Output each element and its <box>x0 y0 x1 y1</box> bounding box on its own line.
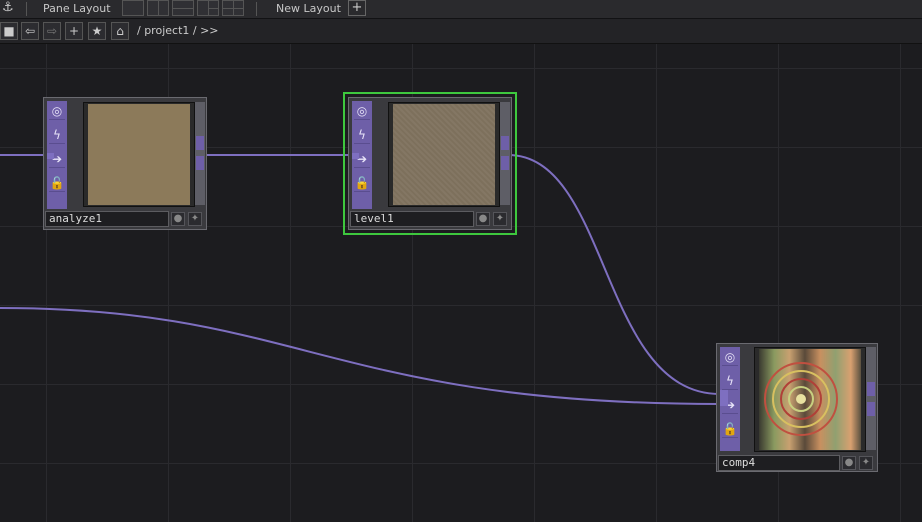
pane-layout-label: Pane Layout <box>43 2 111 15</box>
input-connector[interactable] <box>47 153 54 159</box>
lock-icon[interactable]: 🔓 <box>354 175 370 192</box>
bypass-icon[interactable]: ϟ <box>354 127 370 144</box>
input-connector[interactable] <box>352 153 359 159</box>
app-menu-icon[interactable]: ⚓ <box>2 0 14 15</box>
network-editor-canvas[interactable]: ◎ ϟ ➔ 🔓 analyze1 ● ✦ ◎ ϟ ➔ 🔓 level1 ● ✦ … <box>0 44 922 522</box>
node-comp4[interactable]: ◎ ϟ ➔ 🔓 comp4 ● ✦ <box>716 343 878 472</box>
node-viewer[interactable] <box>754 347 866 452</box>
bypass-icon[interactable]: ϟ <box>722 373 738 390</box>
top-toolbar: ⚓ Pane Layout New Layout + <box>0 0 922 19</box>
viewer-active-icon[interactable]: ◎ <box>49 103 65 120</box>
output-connector-rail <box>866 347 876 450</box>
layout-single-button[interactable] <box>122 0 144 16</box>
viewer-active-icon[interactable]: ◎ <box>354 103 370 120</box>
viewer-active-icon[interactable]: ◎ <box>722 349 738 366</box>
node-analyze1[interactable]: ◎ ϟ ➔ 🔓 analyze1 ● ✦ <box>43 97 207 230</box>
output-connector[interactable] <box>501 136 509 150</box>
node-viewer-toggle-icon[interactable]: ● <box>476 212 490 226</box>
output-connector[interactable] <box>867 402 875 416</box>
lock-icon[interactable]: 🔓 <box>49 175 65 192</box>
node-level1[interactable]: ◎ ϟ ➔ 🔓 level1 ● ✦ <box>343 92 517 235</box>
node-name-field[interactable]: analyze1 <box>45 211 169 227</box>
node-viewer[interactable] <box>83 102 195 207</box>
node-pin-icon[interactable]: ✦ <box>493 212 507 226</box>
node-name-field[interactable]: comp4 <box>718 455 840 471</box>
output-connector-rail <box>500 102 510 205</box>
network-navigation-bar: ■ ⇦ ⇨ + ★ ⌂ / project1 / >> <box>0 19 922 44</box>
output-connector[interactable] <box>867 382 875 396</box>
divider <box>17 23 18 39</box>
node-viewer-toggle-icon[interactable]: ● <box>842 456 856 470</box>
node-pin-icon[interactable]: ✦ <box>859 456 873 470</box>
viewer-image <box>759 349 861 450</box>
bypass-icon[interactable]: ϟ <box>49 127 65 144</box>
node-viewer-toggle-icon[interactable]: ● <box>171 212 185 226</box>
layout-three-pane-button[interactable] <box>197 0 219 16</box>
viewer-image <box>88 104 190 205</box>
node-pin-icon[interactable]: ✦ <box>188 212 202 226</box>
lock-icon[interactable]: 🔓 <box>722 421 738 438</box>
network-path-breadcrumb[interactable]: / project1 / >> <box>137 24 219 37</box>
layout-split-horizontal-button[interactable] <box>172 0 194 16</box>
divider <box>26 2 27 16</box>
layout-split-vertical-button[interactable] <box>147 0 169 16</box>
layout-four-pane-button[interactable] <box>222 0 244 16</box>
back-arrow-icon[interactable]: ⇦ <box>21 22 39 40</box>
stop-icon[interactable]: ■ <box>0 22 18 40</box>
home-icon[interactable]: ⌂ <box>111 22 129 40</box>
output-connector[interactable] <box>196 136 204 150</box>
node-name-field[interactable]: level1 <box>350 211 474 227</box>
viewer-image <box>393 104 495 205</box>
output-connector[interactable] <box>196 156 204 170</box>
output-connector-rail <box>195 102 205 205</box>
kaleidoscope-pattern-graphic <box>764 362 838 436</box>
output-connector[interactable] <box>501 156 509 170</box>
wire-level1-to-comp4[interactable] <box>507 154 721 395</box>
forward-arrow-icon[interactable]: ⇨ <box>43 22 61 40</box>
divider <box>256 2 257 16</box>
node-viewer[interactable] <box>388 102 500 207</box>
input-connector[interactable] <box>720 390 728 406</box>
new-layout-label: New Layout <box>276 2 341 15</box>
bookmark-star-icon[interactable]: ★ <box>88 22 106 40</box>
new-layout-add-button[interactable]: + <box>348 0 366 16</box>
wire-input-to-comp4[interactable] <box>0 307 721 405</box>
add-icon[interactable]: + <box>65 22 83 40</box>
